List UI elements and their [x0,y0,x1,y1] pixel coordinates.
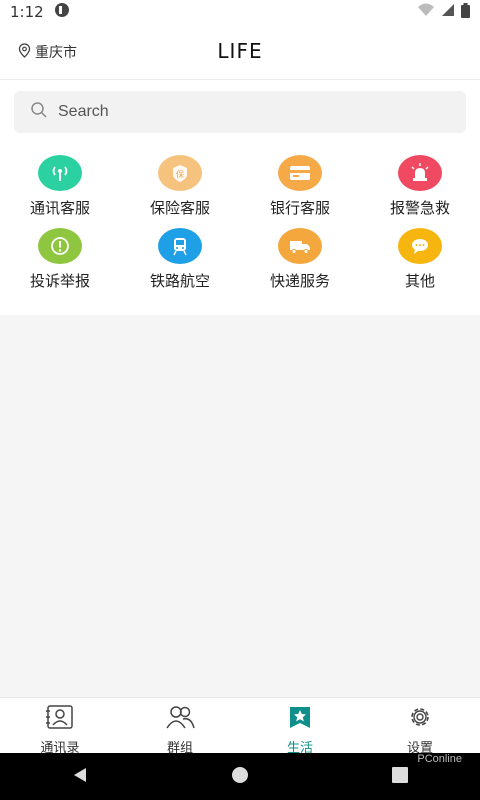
settings-gear-icon [406,704,434,734]
home-icon[interactable] [231,766,249,788]
svg-text:保: 保 [176,169,184,179]
service-insurance[interactable]: 保 保险客服 [120,155,240,221]
service-grid: 通讯客服 保 保险客服 银行客服 报警急救 投诉举报 铁路航空 快递服务 其他 [0,155,480,294]
service-express[interactable]: 快递服务 [240,228,360,294]
tab-contacts[interactable]: 通讯录 [0,698,120,756]
status-bar: 1:12 [0,0,480,24]
notification-icon [54,2,70,22]
exclamation-icon [38,228,82,264]
delivery-truck-icon [278,228,322,264]
battery-icon [461,2,470,22]
service-emergency[interactable]: 报警急救 [360,155,480,221]
services-panel: 通讯客服 保 保险客服 银行客服 报警急救 投诉举 [0,80,480,315]
service-bank[interactable]: 银行客服 [240,155,360,221]
cell-signal-icon [441,3,455,21]
app-header: 重庆市 LIFE [0,24,480,80]
service-label: 报警急救 [389,199,450,217]
system-nav-bar [0,753,480,800]
service-label: 快递服务 [269,272,330,290]
service-transport[interactable]: 铁路航空 [120,228,240,294]
service-label: 投诉举报 [29,272,90,290]
alarm-light-icon [398,155,442,191]
service-label: 银行客服 [269,199,330,217]
search-bar[interactable] [14,91,466,133]
service-label: 保险客服 [149,199,210,217]
service-label: 铁路航空 [149,272,210,290]
recents-icon[interactable] [391,766,409,788]
insurance-shield-icon: 保 [158,155,202,191]
chat-bubble-icon [398,228,442,264]
service-label: 其他 [404,272,435,290]
group-icon [164,704,196,734]
contacts-icon [45,704,75,734]
bank-card-icon [278,155,322,191]
tab-settings[interactable]: 设置 [360,698,480,756]
search-input[interactable] [58,103,438,121]
watermark: PConline [417,753,462,765]
service-label: 通讯客服 [29,199,90,217]
life-star-icon [287,704,313,734]
status-time: 1:12 [10,3,44,21]
service-telecom[interactable]: 通讯客服 [0,155,120,221]
tab-life[interactable]: 生活 [240,698,360,756]
train-icon [158,228,202,264]
signal-tower-icon [38,155,82,191]
page-title: LIFE [217,39,263,63]
service-complaint[interactable]: 投诉举报 [0,228,120,294]
service-other[interactable]: 其他 [360,228,480,294]
tab-groups[interactable]: 群组 [120,698,240,756]
bottom-tab-bar: 通讯录 群组 生活 设置 [0,697,480,756]
empty-area [0,315,480,697]
back-icon[interactable] [71,766,89,788]
wifi-icon [417,3,435,21]
search-icon [30,101,48,123]
